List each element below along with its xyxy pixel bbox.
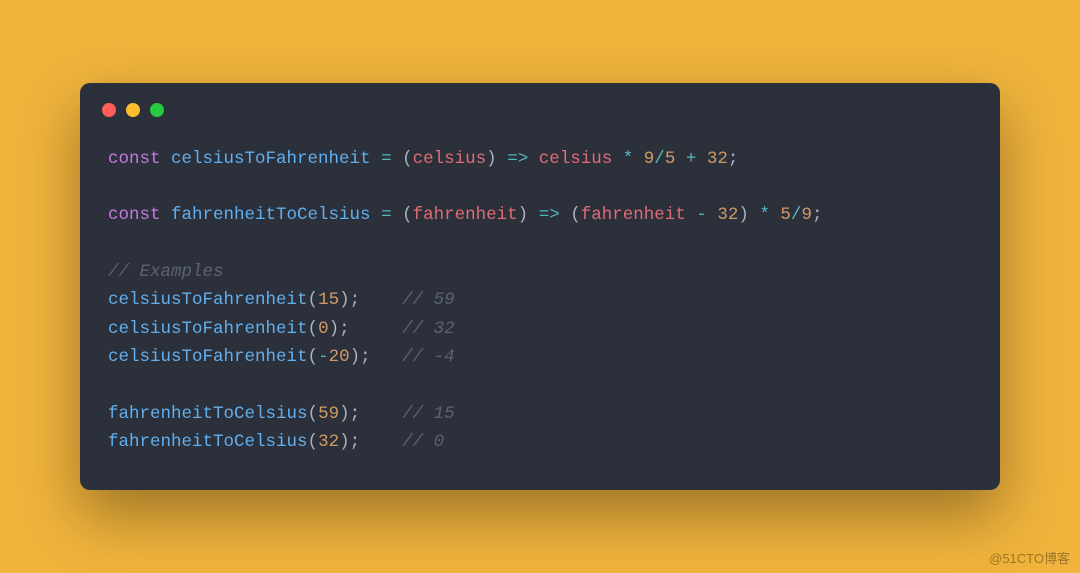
- maximize-icon[interactable]: [150, 103, 164, 117]
- code-line-3: const fahrenheitToCelsius = (fahrenheit)…: [108, 205, 822, 225]
- comment-result: // 32: [402, 319, 455, 339]
- param-fahrenheit: fahrenheit: [413, 205, 518, 225]
- code-block: const celsiusToFahrenheit = (celsius) =>…: [80, 135, 1000, 463]
- code-line-10: fahrenheitToCelsius(59); // 15: [108, 404, 455, 424]
- comment-examples: // Examples: [108, 262, 224, 282]
- code-line-5: // Examples: [108, 262, 224, 282]
- watermark: @51CTO博客: [989, 548, 1070, 567]
- comment-result: // 15: [402, 404, 455, 424]
- function-name: fahrenheitToCelsius: [171, 205, 371, 225]
- keyword-const: const: [108, 149, 161, 169]
- comment-result: // -4: [402, 347, 455, 367]
- code-window: const celsiusToFahrenheit = (celsius) =>…: [80, 83, 1000, 491]
- code-line-6: celsiusToFahrenheit(15); // 59: [108, 290, 455, 310]
- window-titlebar: [80, 103, 1000, 135]
- code-line-11: fahrenheitToCelsius(32); // 0: [108, 432, 444, 452]
- minimize-icon[interactable]: [126, 103, 140, 117]
- comment-result: // 59: [402, 290, 455, 310]
- keyword-const: const: [108, 205, 161, 225]
- function-name: celsiusToFahrenheit: [171, 149, 371, 169]
- code-line-8: celsiusToFahrenheit(-20); // -4: [108, 347, 455, 367]
- close-icon[interactable]: [102, 103, 116, 117]
- comment-result: // 0: [402, 432, 444, 452]
- code-line-1: const celsiusToFahrenheit = (celsius) =>…: [108, 149, 738, 169]
- param-celsius: celsius: [413, 149, 487, 169]
- code-line-7: celsiusToFahrenheit(0); // 32: [108, 319, 455, 339]
